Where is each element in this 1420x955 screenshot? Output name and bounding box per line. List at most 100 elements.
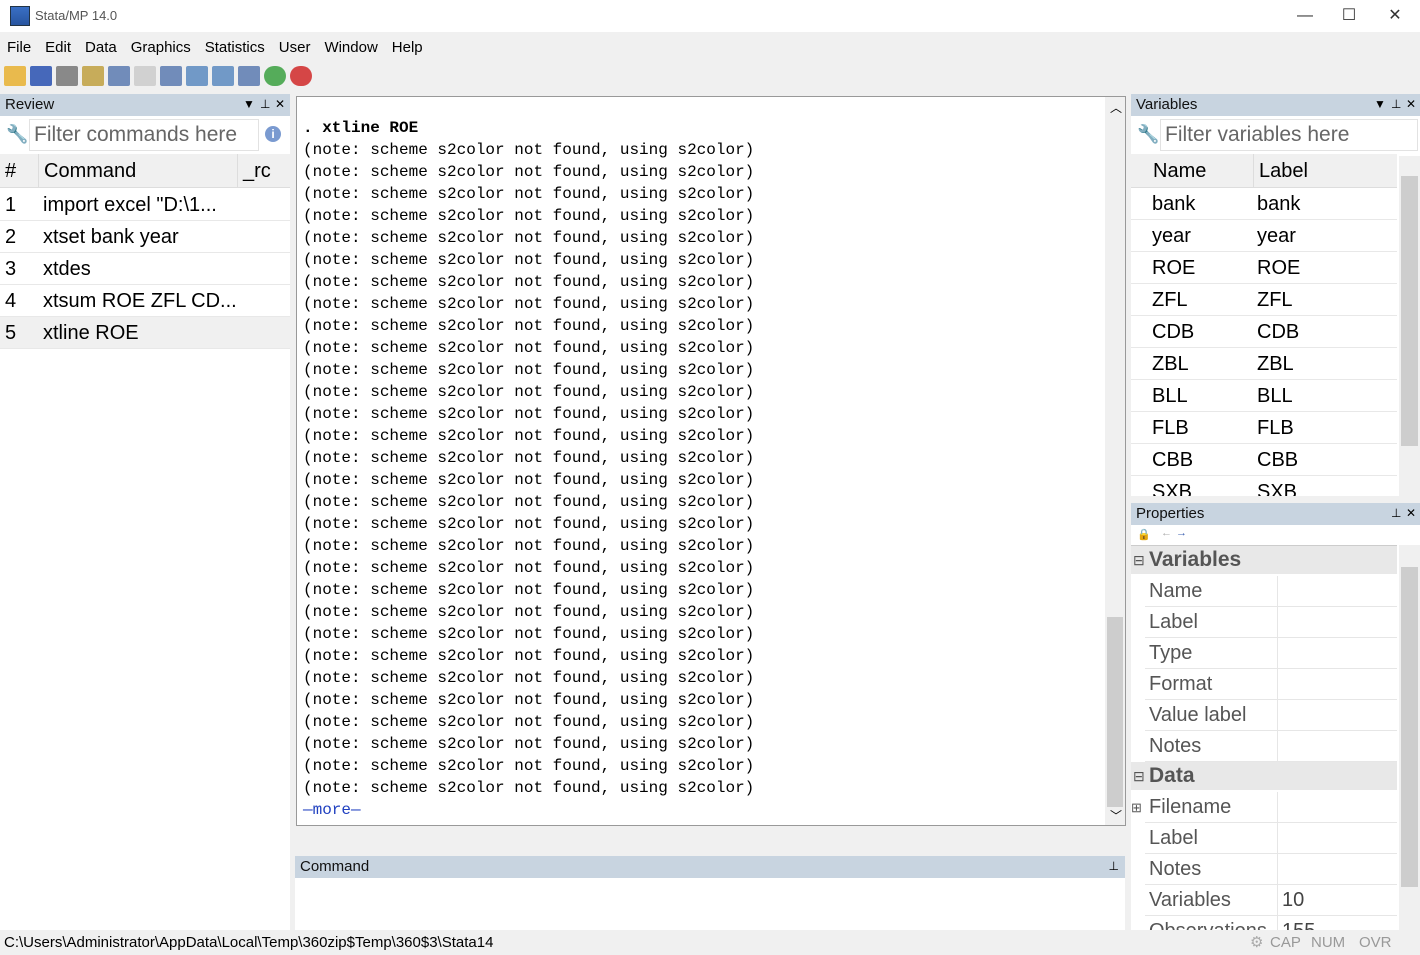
viewer-icon[interactable] (108, 66, 130, 86)
variable-row[interactable]: ZBL ZBL (1131, 348, 1397, 380)
pin-icon[interactable]: ⊥ (1391, 506, 1401, 520)
minimize-button[interactable]: — (1282, 4, 1328, 28)
variable-row[interactable]: SXB SXB (1131, 476, 1397, 496)
save-icon[interactable] (30, 66, 52, 86)
variable-name: bank (1152, 193, 1196, 215)
properties-scrollbar[interactable] (1399, 545, 1420, 930)
variable-row[interactable]: ROE ROE (1131, 252, 1397, 284)
property-row[interactable]: Observations 155 (1145, 916, 1397, 930)
lock-icon[interactable]: 🔒 (1137, 528, 1151, 541)
menu-statistics[interactable]: Statistics (198, 36, 272, 60)
property-row[interactable]: ⊞ Filename (1131, 792, 1397, 823)
result-note-line: (note: scheme s2color not found, using s… (303, 581, 755, 599)
review-row[interactable]: 3 xtdes (0, 253, 290, 285)
property-row[interactable]: Name (1145, 576, 1397, 607)
property-name: Label (1149, 611, 1198, 633)
filter-icon[interactable]: ▼ (243, 97, 255, 111)
col-number[interactable]: # (5, 154, 16, 188)
variable-row[interactable]: bank bank (1131, 188, 1397, 220)
command-input[interactable] (295, 878, 1125, 930)
cap-indicator: CAP (1270, 934, 1301, 951)
close-button[interactable]: ✕ (1372, 4, 1418, 28)
menu-graphics[interactable]: Graphics (124, 36, 198, 60)
variable-row[interactable]: CBB CBB (1131, 444, 1397, 476)
results-scrollbar[interactable]: ︿ ﹀ (1105, 97, 1125, 825)
close-panel-icon[interactable]: ✕ (1406, 506, 1416, 520)
col-name[interactable]: Name (1153, 154, 1206, 188)
property-value (1277, 731, 1282, 762)
property-row[interactable]: Label (1145, 607, 1397, 638)
row-number: 4 (5, 290, 17, 312)
variables-manager-icon[interactable] (238, 66, 260, 86)
result-note-line: (note: scheme s2color not found, using s… (303, 625, 755, 643)
property-row[interactable]: Format (1145, 669, 1397, 700)
break-icon[interactable] (290, 66, 312, 86)
property-name: Label (1149, 827, 1198, 849)
do-file-editor-icon[interactable] (160, 66, 182, 86)
col-command[interactable]: Command (38, 154, 136, 188)
pin-icon[interactable]: ⊥ (1109, 859, 1119, 873)
variable-name: ZBL (1152, 353, 1189, 375)
menu-window[interactable]: Window (317, 36, 384, 60)
graph-icon[interactable] (134, 66, 156, 86)
variables-header: Name Label (1131, 154, 1397, 188)
variable-row[interactable]: FLB FLB (1131, 412, 1397, 444)
property-row[interactable]: Variables 10 (1145, 885, 1397, 916)
result-note-line: (note: scheme s2color not found, using s… (303, 273, 755, 291)
col-rc[interactable]: _rc (237, 154, 271, 188)
property-row[interactable]: Value label (1145, 700, 1397, 731)
property-row[interactable]: Notes (1145, 731, 1397, 762)
property-row[interactable]: Type (1145, 638, 1397, 669)
col-label[interactable]: Label (1253, 154, 1308, 188)
menu-data[interactable]: Data (78, 36, 124, 60)
open-icon[interactable] (4, 66, 26, 86)
property-row[interactable]: Notes (1145, 854, 1397, 885)
forward-arrow-icon[interactable]: → (1176, 527, 1187, 539)
review-row[interactable]: 5 xtline ROE (0, 317, 290, 349)
property-name: Notes (1149, 735, 1202, 757)
property-row[interactable]: Label (1145, 823, 1397, 854)
property-value: 155 (1277, 916, 1315, 930)
variables-panel: Variables ▼ ⊥ ✕ 🔧 Filter variables here … (1131, 94, 1420, 496)
menu-help[interactable]: Help (385, 36, 430, 60)
filter-icon[interactable]: ▼ (1374, 97, 1386, 111)
result-note-line: (note: scheme s2color not found, using s… (303, 339, 755, 357)
result-note-line: (note: scheme s2color not found, using s… (303, 493, 755, 511)
review-row[interactable]: 4 xtsum ROE ZFL CD... (0, 285, 290, 317)
variable-row[interactable]: year year (1131, 220, 1397, 252)
data-browser-icon[interactable] (212, 66, 234, 86)
close-panel-icon[interactable]: ✕ (1406, 97, 1416, 111)
variable-label: SXB (1257, 481, 1298, 496)
review-row[interactable]: 1 import excel "D:\1... (0, 189, 290, 221)
property-value (1277, 823, 1282, 854)
filter-variables-input[interactable]: Filter variables here (1160, 119, 1418, 151)
close-panel-icon[interactable]: ✕ (275, 97, 285, 111)
variable-row[interactable]: ZFL ZFL (1131, 284, 1397, 316)
back-arrow-icon[interactable]: ← (1161, 527, 1172, 539)
property-value (1277, 576, 1282, 607)
menu-file[interactable]: File (0, 36, 38, 60)
more-link[interactable]: —more— (303, 801, 361, 819)
properties-section-variables[interactable]: ⊟ Variables (1131, 546, 1397, 574)
expand-icon[interactable]: ⊞ (1131, 792, 1142, 823)
log-icon[interactable] (82, 66, 104, 86)
pin-icon[interactable]: ⊥ (260, 97, 270, 111)
menu-user[interactable]: User (272, 36, 318, 60)
collapse-icon[interactable]: ⊟ (1133, 546, 1145, 574)
more-icon[interactable] (264, 66, 286, 86)
info-icon[interactable]: i (265, 126, 281, 142)
properties-section-data[interactable]: ⊟ Data (1131, 762, 1397, 790)
menu-edit[interactable]: Edit (38, 36, 78, 60)
result-note-line: (note: scheme s2color not found, using s… (303, 405, 755, 423)
variable-row[interactable]: BLL BLL (1131, 380, 1397, 412)
print-icon[interactable] (56, 66, 78, 86)
data-editor-icon[interactable] (186, 66, 208, 86)
collapse-icon[interactable]: ⊟ (1133, 762, 1145, 790)
row-command: xtdes (43, 258, 91, 280)
variable-row[interactable]: CDB CDB (1131, 316, 1397, 348)
variables-scrollbar[interactable] (1399, 156, 1420, 496)
pin-icon[interactable]: ⊥ (1391, 97, 1401, 111)
review-row[interactable]: 2 xtset bank year (0, 221, 290, 253)
filter-commands-input[interactable]: Filter commands here (29, 119, 259, 151)
maximize-button[interactable]: ☐ (1326, 4, 1372, 28)
